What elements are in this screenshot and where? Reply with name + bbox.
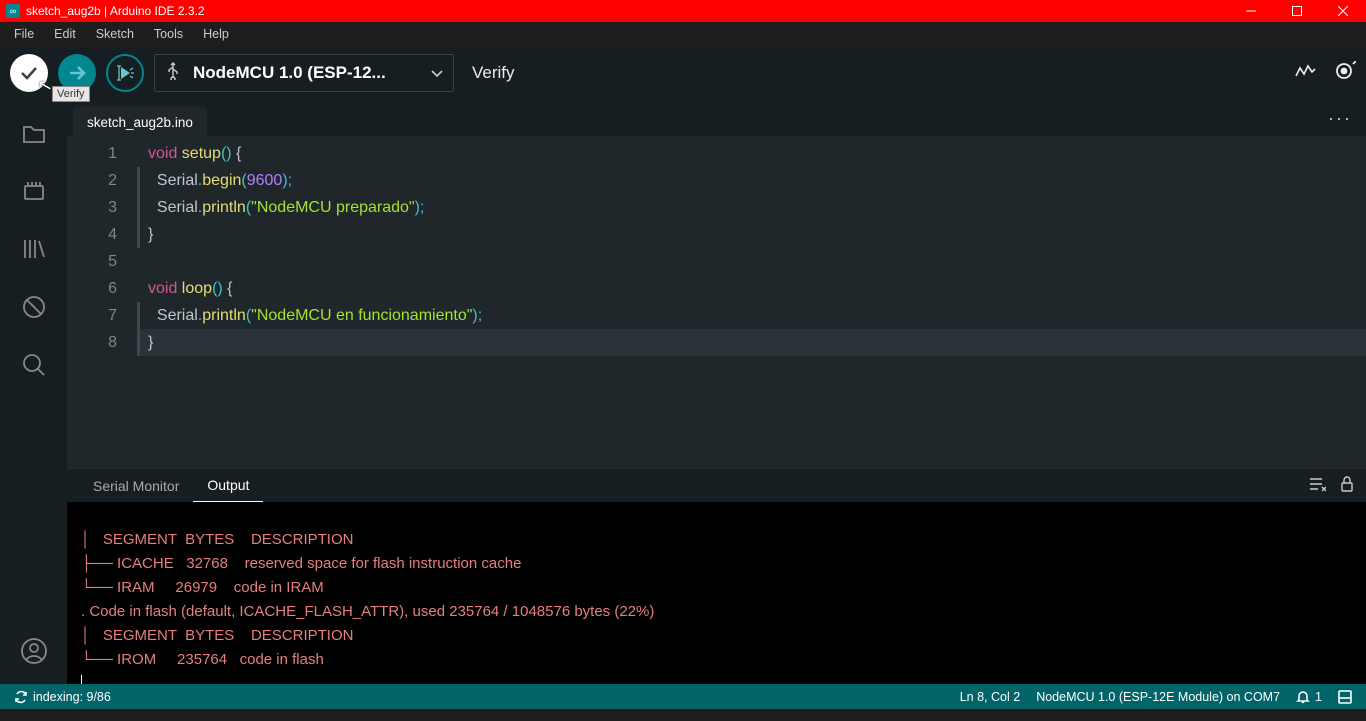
sidebar (0, 100, 67, 684)
window-titlebar: ∞ sketch_aug2b | Arduino IDE 2.3.2 (0, 0, 1366, 22)
check-icon (18, 62, 40, 84)
line-gutter: 12345678 (67, 136, 137, 468)
output-caret (81, 675, 82, 684)
toolbar-action-label: Verify (472, 63, 515, 83)
status-close-panel[interactable] (1330, 690, 1360, 704)
debug-play-icon (116, 64, 134, 82)
toolbar: ↖ Verify NodeMCU 1.0 (ESP-12... Verify (0, 46, 1366, 100)
statusbar: indexing: 9/86 Ln 8, Col 2 NodeMCU 1.0 (… (0, 684, 1366, 709)
usb-icon (165, 62, 181, 85)
library-manager-icon[interactable] (19, 234, 49, 264)
verify-button[interactable]: ↖ (10, 54, 48, 92)
menu-file[interactable]: File (4, 25, 44, 43)
output-panel: Serial Monitor Output │ SEGMENT BYTES DE… (67, 468, 1366, 684)
arduino-logo-icon: ∞ (6, 4, 20, 18)
status-notifications[interactable]: 1 (1288, 690, 1330, 704)
clear-output-icon[interactable] (1308, 476, 1326, 495)
maximize-button[interactable] (1274, 0, 1320, 22)
menu-sketch[interactable]: Sketch (86, 25, 144, 43)
sketchbook-icon[interactable] (19, 118, 49, 148)
account-icon[interactable] (19, 636, 49, 666)
code-editor[interactable]: 12345678 void setup() { Serial.begin(960… (67, 136, 1366, 468)
tab-output[interactable]: Output (193, 469, 263, 502)
menu-help[interactable]: Help (193, 25, 239, 43)
menu-edit[interactable]: Edit (44, 25, 86, 43)
debug-button[interactable] (106, 54, 144, 92)
editor-tabs: sketch_aug2b.ino ··· (67, 100, 1366, 136)
no-entry-icon[interactable] (19, 292, 49, 322)
status-board[interactable]: NodeMCU 1.0 (ESP-12E Module) on COM7 (1028, 690, 1288, 704)
panel-tabs: Serial Monitor Output (67, 469, 1366, 502)
serial-plotter-button[interactable] (1294, 62, 1316, 85)
window-title: sketch_aug2b | Arduino IDE 2.3.2 (26, 4, 205, 18)
editor-area: sketch_aug2b.ino ··· 12345678 void setup… (67, 100, 1366, 684)
close-button[interactable] (1320, 0, 1366, 22)
status-indexing[interactable]: indexing: 9/86 (6, 690, 119, 704)
minimize-button[interactable] (1228, 0, 1274, 22)
board-name: NodeMCU 1.0 (ESP-12... (193, 63, 386, 83)
code-lines: void setup() { Serial.begin(9600); Seria… (137, 136, 1366, 468)
serial-monitor-button[interactable] (1334, 61, 1356, 86)
sync-icon (14, 690, 28, 704)
board-selector[interactable]: NodeMCU 1.0 (ESP-12... (154, 54, 454, 92)
menu-tools[interactable]: Tools (144, 25, 193, 43)
verify-tooltip: Verify (52, 86, 90, 102)
main-area: sketch_aug2b.ino ··· 12345678 void setup… (0, 100, 1366, 684)
output-body[interactable]: │ SEGMENT BYTES DESCRIPTION├── ICACHE 32… (67, 502, 1366, 684)
tab-serial-monitor[interactable]: Serial Monitor (79, 470, 193, 502)
bell-icon (1296, 690, 1310, 704)
menubar: File Edit Sketch Tools Help (0, 22, 1366, 46)
chevron-down-icon (431, 63, 443, 83)
editor-tab[interactable]: sketch_aug2b.ino (73, 107, 207, 136)
lock-icon[interactable] (1340, 476, 1354, 495)
status-cursor-pos: Ln 8, Col 2 (952, 690, 1028, 704)
boards-manager-icon[interactable] (19, 176, 49, 206)
arrow-right-icon (66, 62, 88, 84)
search-icon[interactable] (19, 350, 49, 380)
panel-close-icon (1338, 690, 1352, 704)
editor-tab-more-icon[interactable]: ··· (1328, 108, 1352, 129)
